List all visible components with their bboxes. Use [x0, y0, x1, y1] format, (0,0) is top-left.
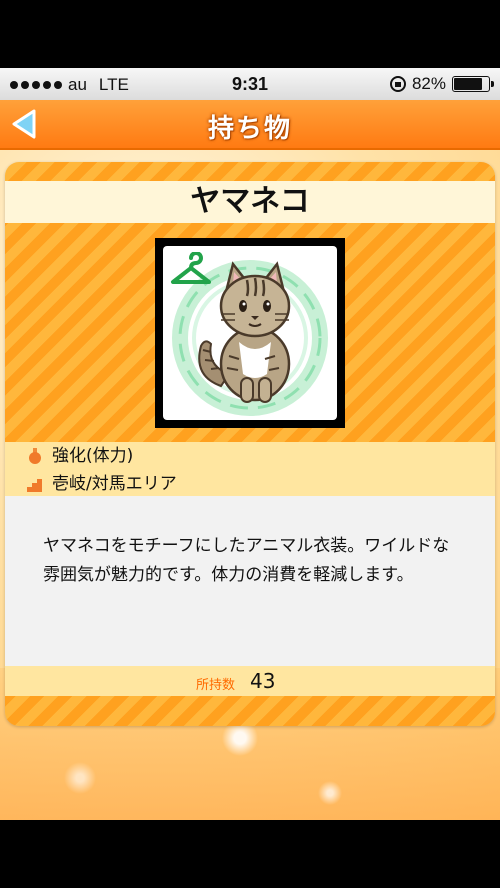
item-image-frame — [155, 238, 345, 428]
status-bar: au LTE 9:31 82% — [0, 68, 500, 100]
battery-icon — [452, 76, 494, 92]
app-header: 持ち物 — [0, 100, 500, 150]
item-card: ヤマネコ 強化(体力) 壱岐/対馬エリア ヤマネコをモチーフにしたアニマル衣装。… — [5, 162, 495, 726]
battery-percent: 82% — [411, 74, 446, 93]
potion-icon — [29, 448, 41, 464]
item-description: ヤマネコをモチーフにしたアニマル衣装。ワイルドな雰囲気が魅力的です。体力の消費を… — [43, 536, 450, 585]
area-row: 壱岐/対馬エリア — [5, 470, 495, 498]
effect-label: 強化(体力) — [52, 446, 134, 466]
area-label: 壱岐/対馬エリア — [52, 474, 177, 494]
stairs-icon — [27, 479, 42, 492]
item-image — [163, 246, 337, 420]
status-right: 82% — [389, 74, 494, 94]
hanger-icon — [171, 252, 211, 284]
rotation-lock-icon — [389, 76, 406, 92]
count-row: 所持数 43 — [5, 666, 495, 696]
item-name: ヤマネコ — [5, 181, 495, 223]
description-panel: ヤマネコをモチーフにしたアニマル衣装。ワイルドな雰囲気が魅力的です。体力の消費を… — [5, 496, 495, 666]
effect-row: 強化(体力) — [5, 442, 495, 470]
count-label: 所持数 — [196, 678, 236, 693]
page-title: 持ち物 — [207, 114, 292, 144]
count-value: 43 — [250, 669, 276, 693]
